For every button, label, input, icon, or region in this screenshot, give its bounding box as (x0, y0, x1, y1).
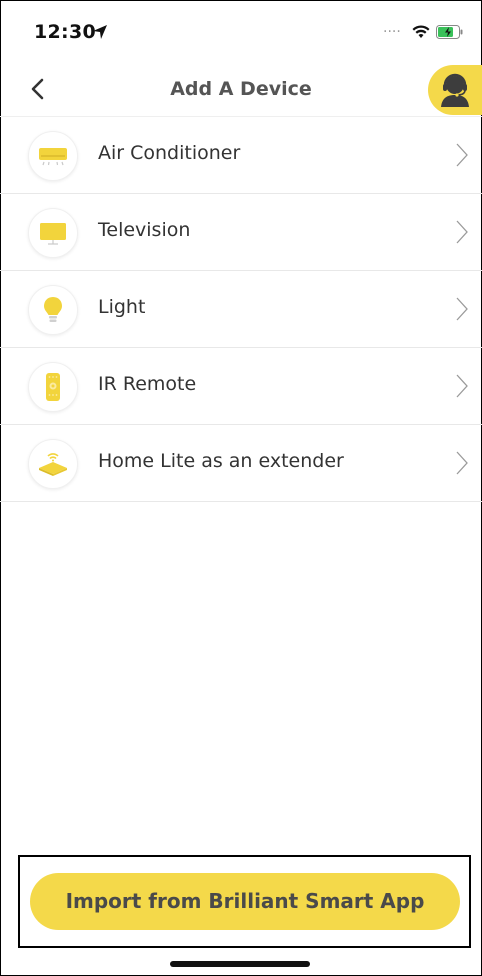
device-label: Home Lite as an extender (98, 450, 344, 472)
import-from-brilliant-button[interactable]: Import from Brilliant Smart App (30, 873, 460, 930)
list-item-air-conditioner[interactable]: Air Conditioner (0, 116, 482, 194)
support-agent-icon (441, 73, 469, 107)
list-item-ir-remote[interactable]: IR Remote (0, 348, 482, 425)
support-button[interactable] (428, 65, 482, 115)
status-time: 12:30 (34, 21, 96, 43)
battery-charging-icon (436, 25, 463, 39)
air-conditioner-icon (28, 131, 78, 181)
chevron-right-icon (456, 220, 468, 244)
device-label: Air Conditioner (98, 142, 241, 164)
device-label: Television (98, 219, 191, 241)
list-item-television[interactable]: Television (0, 194, 482, 271)
list-item-home-lite-extender[interactable]: Home Lite as an extender (0, 425, 482, 502)
chevron-right-icon (456, 143, 468, 167)
chevron-right-icon (456, 297, 468, 321)
page-title: Add A Device (170, 78, 312, 100)
device-label: Light (98, 296, 146, 318)
navigation-header: Add A Device (0, 65, 482, 115)
television-icon (28, 208, 78, 258)
home-indicator[interactable] (170, 961, 310, 967)
chevron-right-icon (456, 374, 468, 398)
chevron-right-icon (456, 451, 468, 475)
device-label: IR Remote (98, 373, 197, 395)
wifi-icon (412, 25, 430, 38)
wifi-extender-icon (28, 439, 78, 489)
signal-strength-indicator: .... (383, 20, 401, 36)
light-bulb-icon (28, 285, 78, 335)
device-list: Air Conditioner Television Light IR Remo… (0, 116, 482, 502)
import-highlight-box: Import from Brilliant Smart App (18, 855, 471, 948)
location-arrow-icon (93, 25, 107, 39)
ir-remote-icon (28, 362, 78, 412)
list-item-light[interactable]: Light (0, 271, 482, 348)
status-bar: 12:30 .... (0, 0, 482, 70)
